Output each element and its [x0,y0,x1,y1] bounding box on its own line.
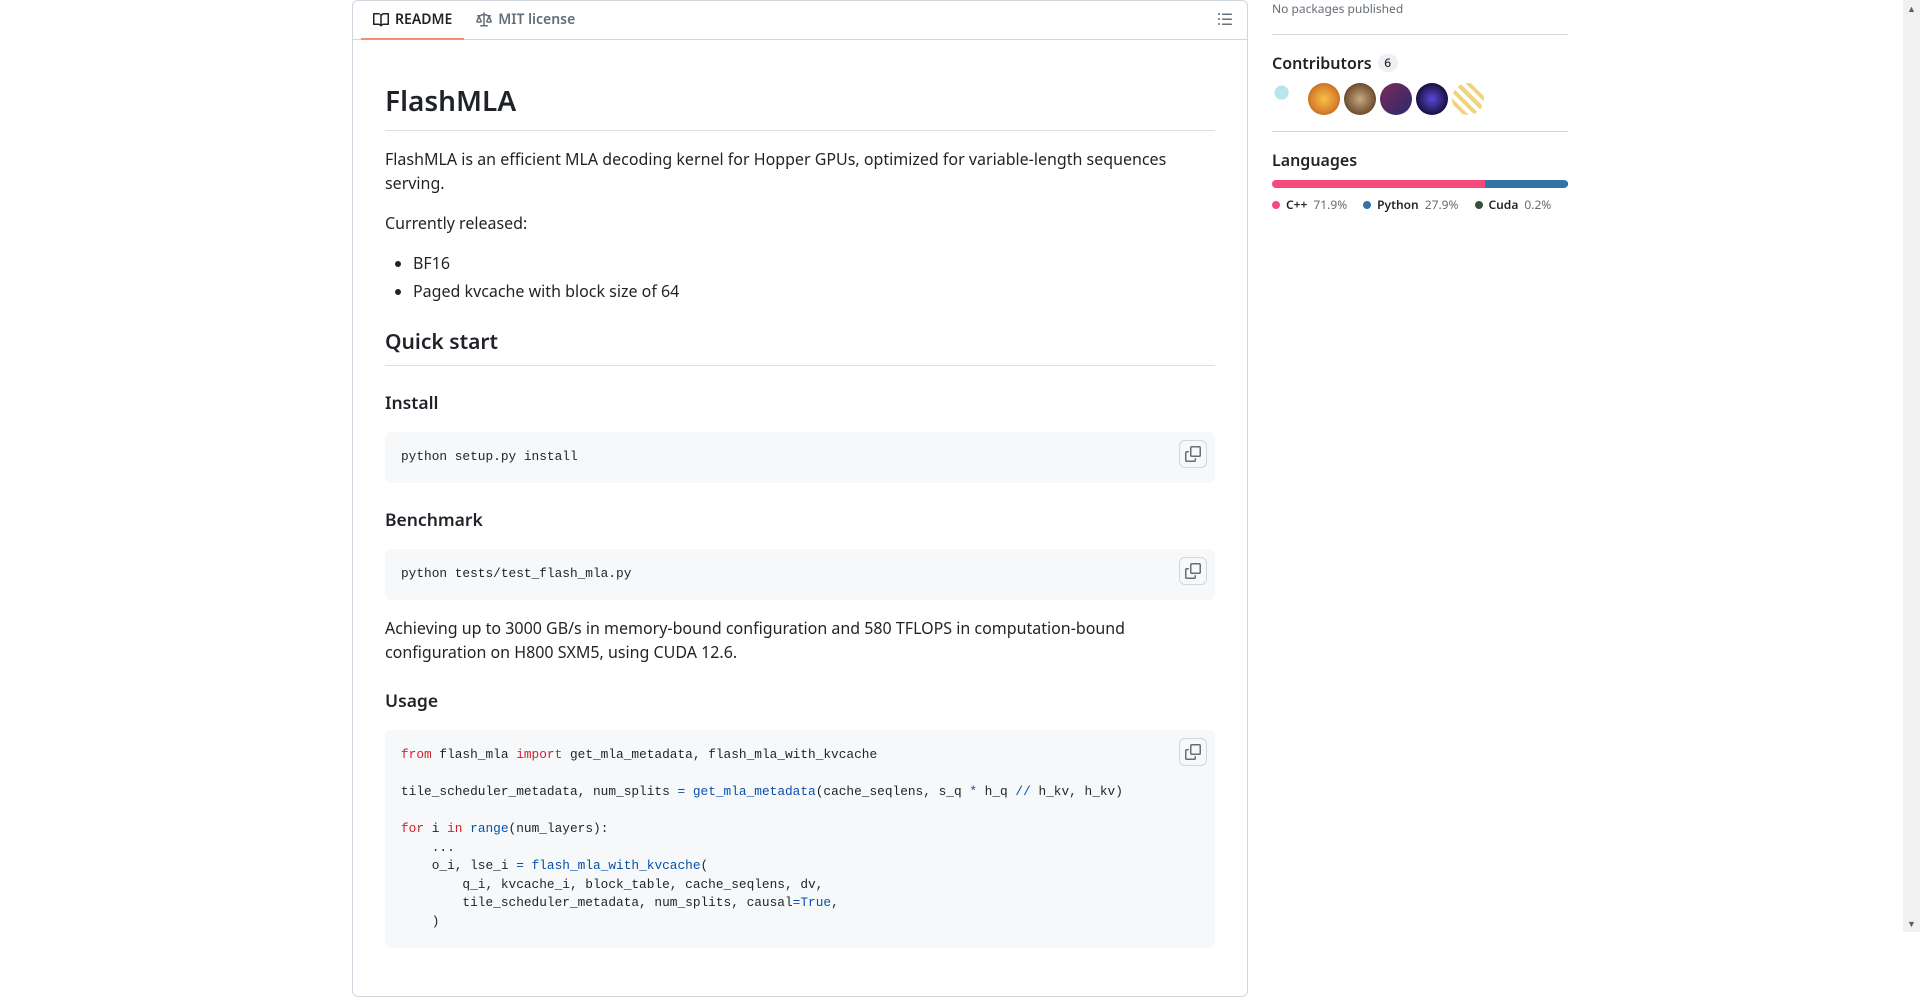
tab-license[interactable]: MIT license [464,1,587,40]
contributors-count: 6 [1378,54,1398,72]
contributor-avatars [1272,83,1568,115]
dot-icon [1363,201,1371,209]
readme-body: FlashMLA FlashMLA is an efficient MLA de… [353,40,1247,996]
packages-empty-text: No packages published [1272,0,1568,18]
avatar[interactable] [1308,83,1340,115]
code-benchmark: python tests/test_flash_mla.py [401,565,1199,584]
copy-icon [1185,744,1201,760]
avatar[interactable] [1344,83,1376,115]
language-name: Cuda [1489,196,1519,214]
copy-button[interactable] [1179,557,1207,585]
contributors-section: Contributors 6 [1272,34,1568,115]
avatar[interactable] [1452,83,1484,115]
dot-icon [1272,201,1280,209]
law-icon [476,12,492,28]
book-icon [373,12,389,28]
scroll-down-icon[interactable]: ▼ [1903,915,1920,932]
heading-quick-start: Quick start [385,327,1215,366]
heading-install: Install [385,390,1215,416]
dot-icon [1475,201,1483,209]
readme-intro: FlashMLA is an efficient MLA decoding ke… [385,147,1215,195]
language-percent: 71.9% [1313,196,1347,214]
language-item[interactable]: Python 27.9% [1363,196,1458,214]
scroll-up-icon[interactable]: ▲ [1903,0,1920,17]
contributors-heading[interactable]: Contributors 6 [1272,51,1568,75]
code-block-install: python setup.py install [385,432,1215,483]
languages-list: C++ 71.9% Python 27.9% Cuda 0.2% [1272,196,1568,218]
copy-icon [1185,446,1201,462]
code-install: python setup.py install [401,448,1199,467]
readme-tabs: README MIT license [353,1,1247,40]
languages-heading: Languages [1272,148,1568,172]
language-name: Python [1377,196,1419,214]
language-percent: 0.2% [1524,196,1551,214]
packages-section: No packages published [1272,0,1568,18]
language-bar-segment [1485,180,1568,188]
heading-benchmark: Benchmark [385,507,1215,533]
list-item: BF16 [413,251,1215,275]
language-bar-segment [1272,180,1485,188]
readme-feature-list: BF16 Paged kvcache with block size of 64 [385,251,1215,303]
language-percent: 27.9% [1425,196,1459,214]
list-item: Paged kvcache with block size of 64 [413,279,1215,303]
copy-icon [1185,563,1201,579]
readme-box: README MIT license FlashMLA FlashMLA is … [352,0,1248,997]
languages-bar [1272,180,1568,188]
tab-readme-label: README [395,9,452,30]
benchmark-description: Achieving up to 3000 GB/s in memory-boun… [385,616,1215,664]
code-usage: from flash_mla import get_mla_metadata, … [401,746,1199,931]
list-icon [1217,11,1233,27]
toc-button[interactable] [1211,5,1239,36]
copy-button[interactable] [1179,440,1207,468]
language-name: C++ [1286,196,1307,214]
language-item[interactable]: C++ 71.9% [1272,196,1347,214]
tab-readme[interactable]: README [361,1,464,40]
code-block-usage: from flash_mla import get_mla_metadata, … [385,730,1215,947]
vertical-scrollbar[interactable]: ▲ ▼ [1903,0,1920,932]
languages-section: Languages C++ 71.9% Python 27.9% Cuda 0.2% [1272,131,1568,218]
avatar[interactable] [1272,83,1304,115]
tab-license-label: MIT license [498,9,575,30]
language-bar-segment [1567,180,1568,188]
avatar[interactable] [1416,83,1448,115]
avatar[interactable] [1380,83,1412,115]
copy-button[interactable] [1179,738,1207,766]
language-item[interactable]: Cuda 0.2% [1475,196,1552,214]
readme-title: FlashMLA [385,80,1215,131]
heading-usage: Usage [385,688,1215,714]
readme-currently-released: Currently released: [385,211,1215,235]
code-block-benchmark: python tests/test_flash_mla.py [385,549,1215,600]
